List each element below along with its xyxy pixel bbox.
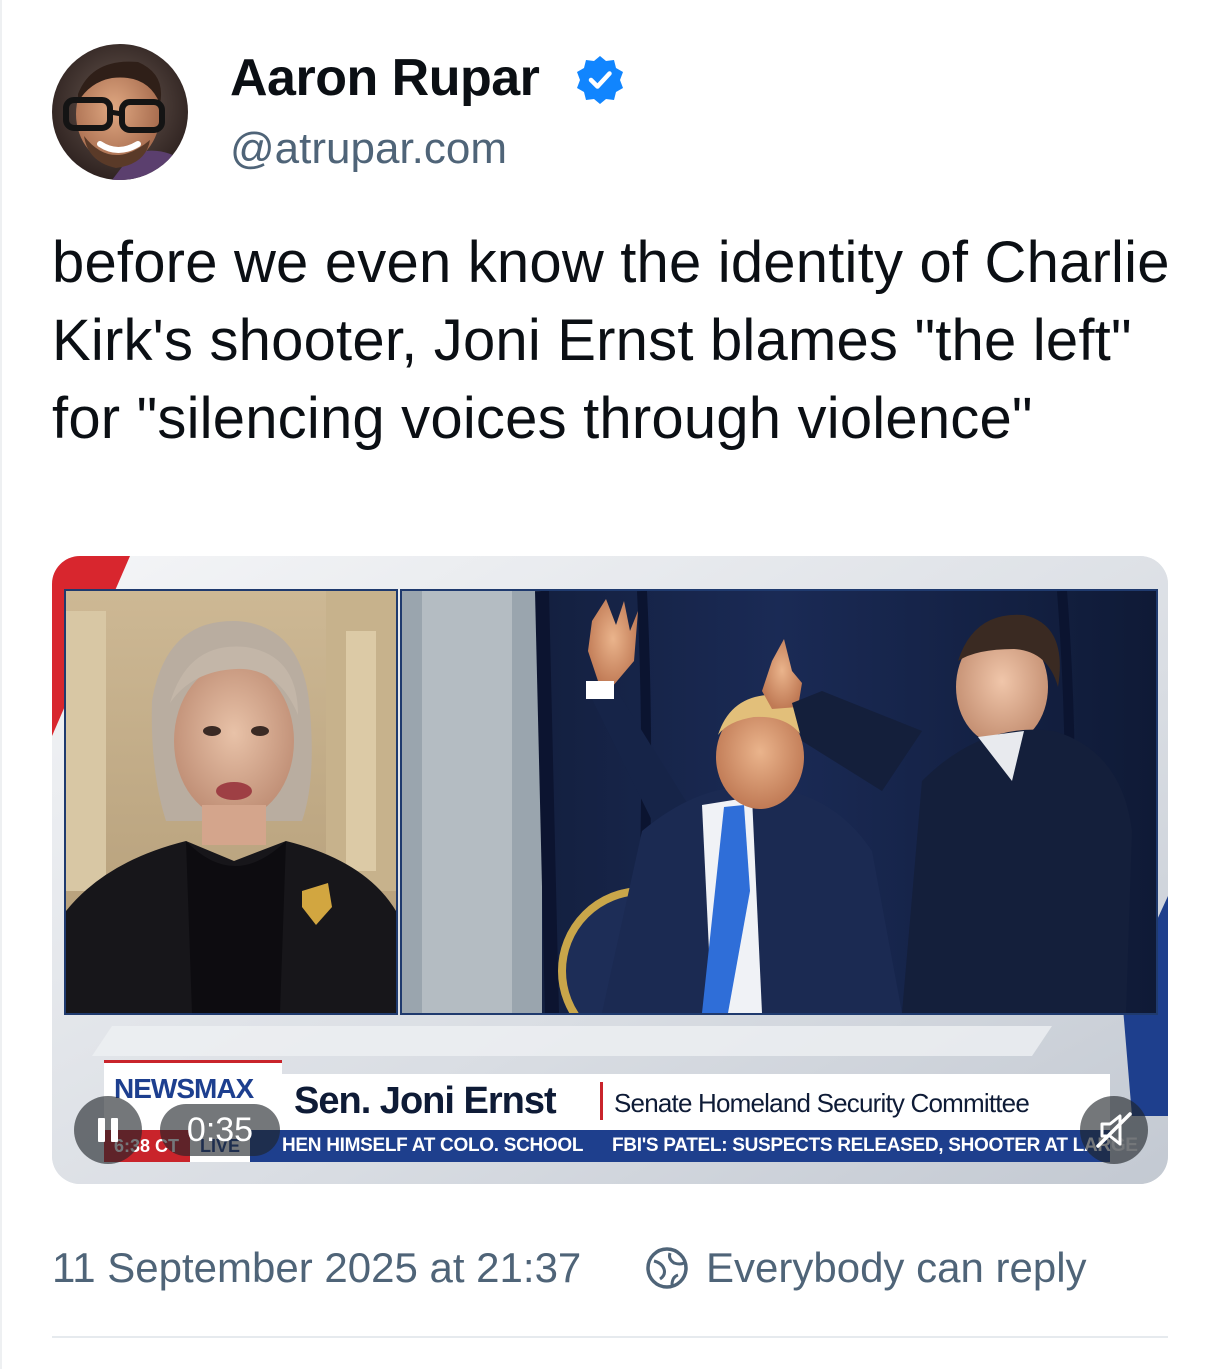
ticker-headline: HEN HIMSELF AT COLO. SCHOOL [282, 1135, 584, 1156]
senator-image [66, 591, 396, 1013]
rally-video-panel [400, 589, 1158, 1015]
author-avatar[interactable] [52, 44, 188, 180]
column-border [0, 0, 2, 1369]
pause-button[interactable] [74, 1096, 142, 1164]
chyron-name: Sen. Joni Ernst [294, 1080, 557, 1122]
avatar-image [52, 44, 188, 180]
footer-divider [52, 1336, 1168, 1338]
rally-image [402, 591, 1156, 1013]
video-player[interactable]: NEWSMAX Sen. Joni Ernst Senate Homeland … [52, 556, 1168, 1184]
mute-button[interactable] [1080, 1096, 1148, 1164]
video-timer: 0:35 [160, 1104, 280, 1156]
reply-setting: Everybody can reply [706, 1244, 1087, 1291]
verified-badge-icon [577, 56, 623, 104]
author-handle[interactable]: @atrupar.com [230, 124, 507, 174]
ticker-headline: FBI'S PATEL: SUSPECTS RELEASED, SHOOTER … [612, 1135, 1138, 1156]
pause-icon [111, 1118, 118, 1142]
chyron-divider [600, 1082, 603, 1120]
globe-reply-icon [646, 1247, 688, 1289]
author-name[interactable]: Aaron Rupar [230, 48, 540, 108]
post-text: before we even know the identity of Char… [52, 230, 1170, 451]
muted-speaker-icon [1096, 1112, 1132, 1148]
senator-video-panel [64, 589, 398, 1015]
post-timestamp[interactable]: 11 September 2025 at 21:37 [52, 1244, 581, 1292]
pause-icon [98, 1118, 105, 1142]
chyron-role: Senate Homeland Security Committee [614, 1088, 1030, 1118]
post: Aaron Rupar @atrupar.com before we even … [0, 0, 1220, 1369]
